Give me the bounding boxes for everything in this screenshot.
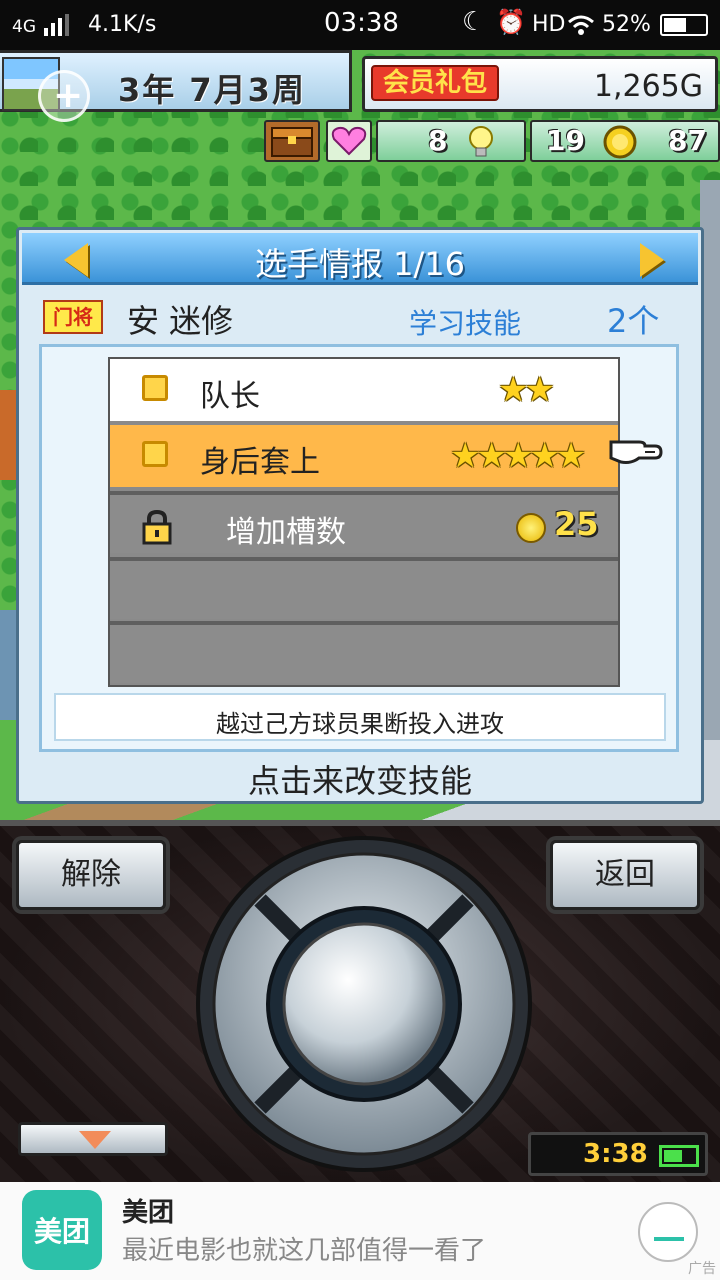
panel-title: 选手情报 1/16 <box>254 245 466 283</box>
lock-icon <box>142 509 172 545</box>
player-name: 安 迷修 <box>127 302 234 340</box>
scroll-down-button[interactable] <box>18 1122 168 1156</box>
learn-skills-count: 2个 <box>607 302 660 340</box>
battery-percent: 52% <box>602 12 651 37</box>
clock: 03:38 <box>324 8 399 38</box>
change-skill-hint: 点击来改变技能 <box>247 762 472 800</box>
status-bar: 4G 4.1K/s 03:38 ☾ ⏰ HD 52% <box>0 0 720 50</box>
add-slot-row[interactable]: 增加槽数 25 <box>110 491 618 553</box>
signal-icon <box>44 14 70 36</box>
skill-list: 队长 ★★ 身后套上 ★★★★★ 增加槽数 25 <box>108 357 620 687</box>
back-button[interactable]: 返回 <box>550 840 700 910</box>
skill-label: 队长 <box>200 379 260 414</box>
alarm-icon: ⏰ <box>496 8 526 36</box>
skill-row-captain[interactable]: 队长 ★★ <box>110 359 618 421</box>
money-value: 1,265G <box>593 69 703 104</box>
battery-mini-icon <box>659 1145 699 1167</box>
add-slot-label: 增加槽数 <box>226 515 346 550</box>
game-clock-time: 3:38 <box>583 1139 648 1169</box>
moon-icon: ☾ <box>462 7 486 37</box>
ideas-count: 19 <box>546 124 585 157</box>
dpad[interactable] <box>194 834 534 1174</box>
ad-action-button[interactable] <box>638 1202 698 1262</box>
release-button[interactable]: 解除 <box>16 840 166 910</box>
game-clock: 3:38 <box>528 1132 708 1176</box>
game-view: 3年 7月3周 会员礼包 1,265G 8 19 87 选手情报 1/16 <box>0 50 720 820</box>
hearts-count: 8 <box>428 124 448 157</box>
coin-icon <box>603 125 637 159</box>
coins-count: 87 <box>668 124 707 157</box>
skill-description-box: 越过己方球员果断投入进攻 <box>54 693 666 741</box>
dpad-center-button[interactable] <box>282 922 446 1086</box>
add-slot-cost: 25 <box>554 505 599 543</box>
floating-gamepad-button[interactable] <box>38 70 90 122</box>
player-info-panel: 选手情报 1/16 门将 安 迷修 学习技能 2个 队长 ★★ 身后套上 ★★★… <box>16 227 704 804</box>
coin-icon <box>516 513 546 543</box>
pointer-hand-icon <box>609 440 663 464</box>
network-type: 4G <box>12 17 36 37</box>
skill-stars: ★★★★★ <box>450 436 586 476</box>
idea-counter: 8 <box>376 120 526 162</box>
hd-label: HD <box>532 12 566 37</box>
battery-icon <box>660 14 708 36</box>
panel-header: 选手情报 1/16 <box>22 233 698 285</box>
vip-pack-button[interactable]: 会员礼包 <box>371 65 500 101</box>
skill-description: 越过己方球员果断投入进攻 <box>216 710 504 738</box>
money-display: 会员礼包 1,265G <box>362 56 718 112</box>
skill-row-overlap[interactable]: 身后套上 ★★★★★ <box>110 425 618 487</box>
meituan-logo: 美团 <box>22 1190 102 1270</box>
skill-checkbox[interactable] <box>142 441 168 467</box>
treasure-chest-icon[interactable] <box>264 120 320 162</box>
wifi-icon <box>568 15 594 35</box>
resource-bar: 8 19 87 <box>264 120 720 164</box>
network-speed: 4.1K/s <box>88 12 157 37</box>
ad-tag: 广告 <box>688 1261 716 1277</box>
game-date: 3年 7月3周 <box>118 71 306 109</box>
empty-skill-slot <box>110 557 618 619</box>
coin-counter: 19 87 <box>530 120 720 162</box>
lightbulb-icon <box>469 126 493 157</box>
next-player-arrow-icon[interactable] <box>640 243 664 277</box>
empty-skill-slot <box>110 621 618 683</box>
learn-skills-label: 学习技能 <box>409 307 522 340</box>
building-terrain <box>0 390 16 480</box>
skill-stars: ★★ <box>498 370 555 410</box>
skill-label: 身后套上 <box>200 445 320 480</box>
heart-icon <box>326 120 372 162</box>
ad-text: 最近电影也就这几部值得一看了 <box>122 1236 487 1266</box>
skill-checkbox[interactable] <box>142 375 168 401</box>
ad-banner[interactable]: 美团 美团 最近电影也就这几部值得一看了 广告 <box>0 1182 720 1280</box>
position-badge: 门将 <box>43 300 103 334</box>
virtual-controller: 解除 返回 3:38 <box>0 820 720 1182</box>
ad-title: 美团 <box>122 1198 175 1228</box>
skill-frame: 队长 ★★ 身后套上 ★★★★★ 增加槽数 25 越过己方球员果断投入进攻 <box>39 344 679 752</box>
